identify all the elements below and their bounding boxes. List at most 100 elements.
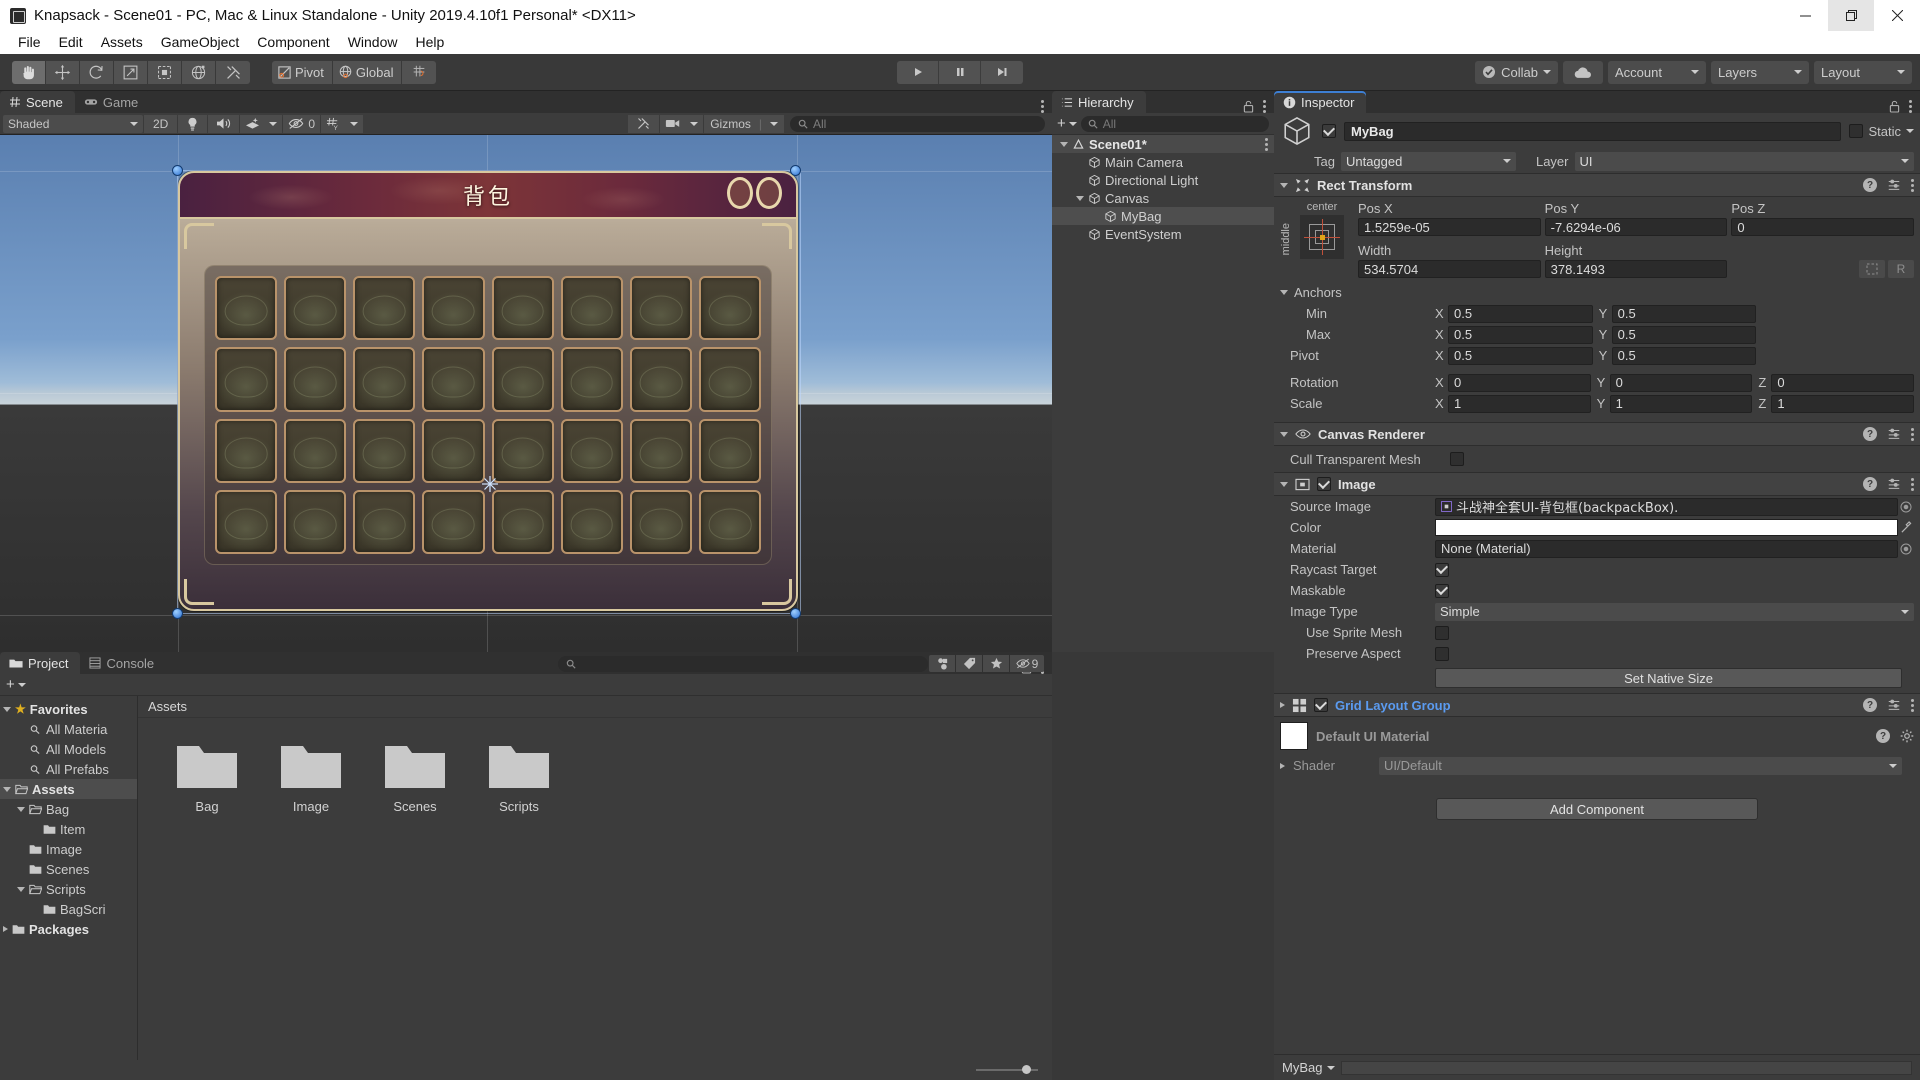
hierarchy-add-button[interactable]: +	[1057, 115, 1077, 132]
rotation-y-input[interactable]: 0	[1609, 373, 1753, 392]
add-component-button[interactable]: Add Component	[1436, 798, 1758, 820]
selection-handle[interactable]	[172, 608, 183, 619]
tab-console[interactable]: Console	[80, 652, 167, 674]
rect-transform-header[interactable]: Rect Transform ?	[1274, 173, 1920, 197]
gizmos-button[interactable]: Gizmos |	[704, 114, 784, 133]
chevron-down-icon[interactable]	[3, 706, 11, 712]
maskable-checkbox[interactable]	[1435, 583, 1449, 598]
project-tree-item-bagscri[interactable]: BagScri	[0, 899, 137, 919]
2d-toggle-button[interactable]: 2D	[144, 114, 178, 133]
asset-item[interactable]: Scenes	[376, 742, 454, 814]
lightbulb-icon[interactable]	[178, 114, 208, 133]
static-toggle[interactable]: Static	[1849, 124, 1914, 139]
chevron-right-icon[interactable]	[1280, 702, 1285, 708]
width-input[interactable]: 534.5704	[1358, 260, 1541, 278]
project-tree-item-packages[interactable]: Packages	[0, 919, 137, 939]
shader-dropdown[interactable]: UI/Default	[1379, 756, 1902, 775]
asset-filter-icon[interactable]	[929, 655, 955, 672]
hierarchy-item-mybag[interactable]: MyBag	[1052, 207, 1274, 225]
chevron-down-icon[interactable]	[1906, 129, 1914, 133]
source-image-input[interactable]: 斗战神全套UI-背包框(backpackBox).	[1435, 497, 1898, 516]
project-tree-item-all-materia[interactable]: All Materia	[0, 719, 137, 739]
component-menu-icon[interactable]	[1911, 178, 1914, 192]
rect-tool-button[interactable]	[148, 60, 182, 84]
hierarchy-item-eventsystem[interactable]: EventSystem	[1052, 225, 1274, 243]
asset-zoom-handle[interactable]	[1022, 1065, 1031, 1074]
project-tree-item-all-prefabs[interactable]: All Prefabs	[0, 759, 137, 779]
draw-mode-dropdown[interactable]: Shaded	[3, 114, 143, 133]
hidden-assets-badge[interactable]: 9	[1010, 655, 1044, 672]
grid-layout-enabled-checkbox[interactable]	[1314, 698, 1328, 712]
hierarchy-item-canvas[interactable]: Canvas	[1052, 189, 1274, 207]
collab-button[interactable]: Collab	[1475, 60, 1558, 84]
chevron-right-icon[interactable]	[3, 926, 8, 932]
project-tree-item-bag[interactable]: Bag	[0, 799, 137, 819]
menu-gameobject[interactable]: GameObject	[153, 32, 248, 53]
hierarchy-item-directional-light[interactable]: Directional Light	[1052, 171, 1274, 189]
gear-icon[interactable]	[1900, 729, 1914, 743]
asset-item[interactable]: Image	[272, 742, 350, 814]
object-enabled-checkbox[interactable]	[1322, 124, 1336, 138]
blueprint-mode-button[interactable]	[1859, 260, 1886, 278]
raycast-target-checkbox[interactable]	[1435, 562, 1449, 577]
camera-icon[interactable]	[660, 114, 704, 133]
lock-icon[interactable]	[1243, 100, 1254, 113]
layout-button[interactable]: Layout	[1814, 60, 1912, 84]
pivot-button[interactable]: Pivot	[272, 60, 333, 84]
hierarchy-item-main-camera[interactable]: Main Camera	[1052, 153, 1274, 171]
custom-editor-tool-button[interactable]	[216, 60, 250, 84]
menu-help[interactable]: Help	[407, 32, 452, 53]
scale-z-input[interactable]: 1	[1771, 394, 1915, 413]
menu-assets[interactable]: Assets	[93, 32, 151, 53]
pivot-x-input[interactable]: 0.5	[1448, 346, 1593, 365]
object-name-input[interactable]: MyBag	[1344, 121, 1842, 141]
inspector-menu-icon[interactable]	[1909, 100, 1912, 113]
selection-handle[interactable]	[790, 608, 801, 619]
project-tree-item-item[interactable]: Item	[0, 819, 137, 839]
grid-y-icon[interactable]: Y	[321, 114, 364, 133]
tab-game[interactable]: Game	[74, 91, 151, 113]
grid-snap-icon[interactable]	[402, 60, 437, 84]
scene-menu-icon[interactable]	[1041, 100, 1044, 113]
chevron-down-icon[interactable]	[1076, 195, 1084, 201]
menu-component[interactable]: Component	[249, 32, 337, 53]
anchor-min-y-input[interactable]: 0.5	[1611, 304, 1757, 323]
anchor-preset-widget[interactable]: center	[1294, 201, 1350, 278]
scene-row-menu-icon[interactable]	[1265, 137, 1274, 151]
chevron-down-icon[interactable]	[350, 121, 359, 126]
preset-icon[interactable]	[1887, 698, 1901, 712]
anchor-min-x-input[interactable]: 0.5	[1448, 304, 1593, 323]
menu-window[interactable]: Window	[340, 32, 406, 53]
restore-icon[interactable]	[1828, 0, 1874, 31]
hierarchy-item-scene01-[interactable]: Scene01*	[1052, 135, 1274, 153]
menu-edit[interactable]: Edit	[51, 32, 91, 53]
chevron-down-icon[interactable]	[690, 121, 699, 126]
scale-y-input[interactable]: 1	[1609, 394, 1753, 413]
scale-tool-button[interactable]	[114, 60, 148, 84]
chevron-down-icon[interactable]	[1280, 431, 1288, 437]
chevron-down-icon[interactable]	[1280, 182, 1288, 188]
cloud-icon[interactable]	[1563, 60, 1603, 84]
project-add-button[interactable]: +	[6, 676, 26, 693]
project-tree-item-favorites[interactable]: ★ Favorites	[0, 699, 137, 719]
chevron-down-icon[interactable]	[269, 121, 278, 126]
eyedropper-icon[interactable]	[1898, 521, 1914, 534]
project-tree-item-scenes[interactable]: Scenes	[0, 859, 137, 879]
anchor-max-y-input[interactable]: 0.5	[1611, 325, 1757, 344]
component-menu-icon[interactable]	[1911, 427, 1914, 441]
rotation-z-input[interactable]: 0	[1771, 373, 1915, 392]
anchors-foldout[interactable]: Anchors	[1274, 282, 1920, 303]
speaker-icon[interactable]	[208, 114, 240, 133]
pos-y-input[interactable]: -7.6294e-06	[1544, 218, 1728, 236]
preserve-aspect-checkbox[interactable]	[1435, 646, 1449, 661]
move-gizmo-icon[interactable]	[481, 475, 499, 493]
label-filter-icon[interactable]	[956, 655, 982, 672]
rotation-x-input[interactable]: 0	[1448, 373, 1591, 392]
favorite-filter-icon[interactable]	[983, 655, 1009, 672]
color-swatch[interactable]	[1435, 519, 1898, 536]
image-enabled-checkbox[interactable]	[1317, 477, 1331, 491]
image-type-dropdown[interactable]: Simple	[1435, 602, 1914, 621]
pivot-y-input[interactable]: 0.5	[1611, 346, 1757, 365]
project-tree-item-scripts[interactable]: Scripts	[0, 879, 137, 899]
cull-transparent-mesh-checkbox[interactable]	[1450, 452, 1464, 466]
